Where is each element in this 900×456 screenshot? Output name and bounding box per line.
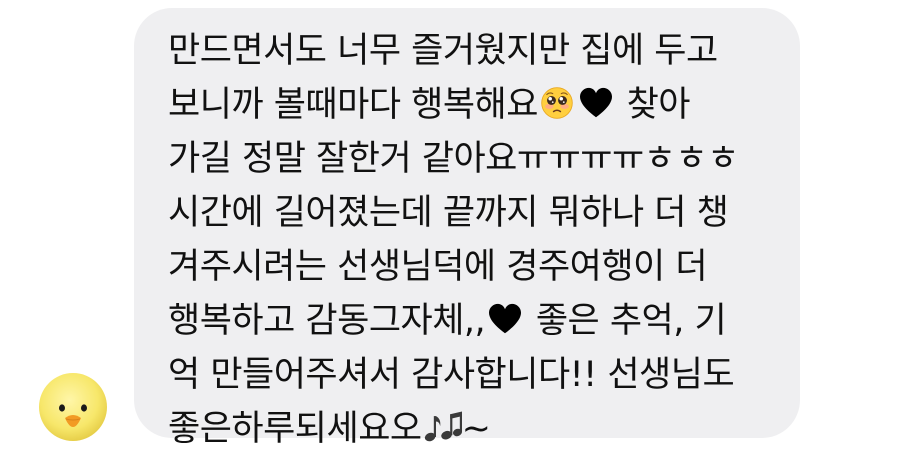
pleading-face-icon — [541, 87, 573, 119]
message-text: 억 만들어주셔서 감사합니다!! 선생님도 — [168, 355, 735, 395]
message-line: 만드면서도 너무 즐거웠지만 집에 두고 — [168, 24, 780, 78]
message-text: 행복하고 감동그자체,, — [168, 301, 486, 341]
message-text: 좋은하루되세요오 — [168, 409, 422, 449]
message-text: 만드면서도 너무 즐거웠지만 집에 두고 — [168, 31, 718, 71]
message-text: 시간에 길어졌는데 끝까지 뭐하나 더 챙 — [168, 193, 729, 233]
musical-notes-icon — [424, 411, 462, 442]
chick-avatar-icon[interactable] — [38, 372, 108, 442]
message-text: 보니까 볼때마다 행복해요 — [168, 85, 538, 125]
black-heart-icon — [489, 303, 522, 334]
message-line: 가길 정말 잘한거 같아요ㅠㅠㅠㅠㅎㅎㅎ — [168, 132, 780, 186]
message-line: 행복하고 감동그자체,, 좋은 추억, 기 — [168, 294, 780, 348]
message-line: 좋은하루되세요오 ~ — [168, 402, 780, 456]
message-text: 좋은 추억, 기 — [525, 301, 727, 341]
message-text: 찾아 — [615, 85, 691, 125]
message-line: 시간에 길어졌는데 끝까지 뭐하나 더 챙 — [168, 186, 780, 240]
black-heart-icon — [579, 87, 612, 118]
message-line: 보니까 볼때마다 행복해요 찾아 — [168, 78, 780, 132]
message-line: 겨주시려는 선생님덕에 경주여행이 더 — [168, 240, 780, 294]
message-bubble[interactable]: 만드면서도 너무 즐거웠지만 집에 두고 보니까 볼때마다 행복해요 찾아 가길… — [134, 8, 800, 449]
message-text: ~ — [461, 409, 491, 449]
message-text: 가길 정말 잘한거 같아요ㅠㅠㅠㅠㅎㅎㅎ — [168, 139, 739, 179]
message-line: 억 만들어주셔서 감사합니다!! 선생님도 — [168, 348, 780, 402]
message-text: 겨주시려는 선생님덕에 경주여행이 더 — [168, 247, 708, 287]
